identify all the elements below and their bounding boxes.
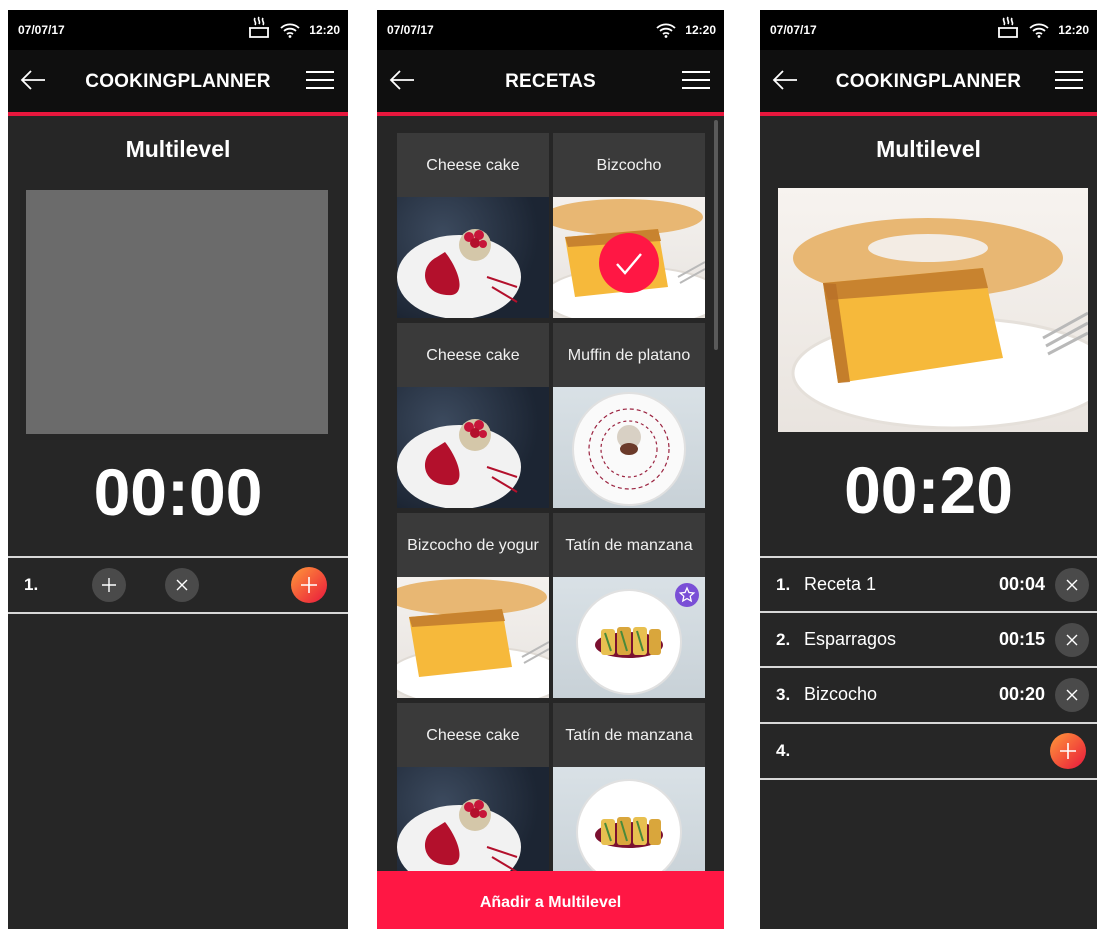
recipe-card[interactable]: Muffin de platano [553, 323, 705, 508]
app-bar: COOKINGPLANNER [760, 50, 1097, 116]
status-time: 12:20 [309, 23, 340, 37]
selected-check-icon [599, 233, 659, 293]
close-icon [176, 579, 188, 591]
recipe-photo-tatin [553, 767, 705, 888]
remove-recipe-button[interactable] [1055, 678, 1089, 712]
hamburger-menu-icon[interactable] [306, 70, 334, 95]
list-item[interactable]: 3. Bizcocho 00:20 [760, 666, 1097, 722]
timer-display: 00:00 [93, 455, 263, 529]
scrollbar[interactable] [714, 120, 718, 350]
status-bar: 07/07/17 12:20 [377, 10, 724, 50]
plus-icon [102, 578, 116, 592]
plus-icon [1060, 743, 1076, 759]
recipe-card[interactable]: Cheese cake [397, 703, 549, 888]
row-number: 1. [24, 575, 39, 594]
recipe-name: Esparragos [804, 629, 897, 649]
steam-icon [248, 16, 270, 45]
status-time: 12:20 [1058, 23, 1089, 37]
plus-icon [301, 577, 317, 593]
app-title: RECETAS [505, 71, 596, 92]
add-recipe-button[interactable] [1050, 733, 1086, 769]
app-bar: RECETAS [377, 50, 724, 116]
recipe-name: Tatín de manzana [565, 726, 693, 744]
app-bar: COOKINGPLANNER [8, 50, 348, 116]
recipe-photo-muffin [553, 387, 705, 508]
wifi-icon [280, 22, 300, 43]
status-bar: 07/07/17 12:20 [8, 10, 348, 50]
screen-empty-multilevel: 07/07/17 12:20 COOKINGPLANNER Multilevel… [8, 10, 348, 929]
wifi-icon [1029, 22, 1049, 43]
status-date: 07/07/17 [387, 23, 434, 37]
list-item: 4. [760, 722, 1097, 780]
recipe-time: 00:04 [998, 574, 1045, 594]
recipe-card[interactable]: Tatín de manzana [553, 513, 705, 698]
recipe-card[interactable]: Cheese cake [397, 323, 549, 508]
recipe-card[interactable]: Cheese cake [397, 133, 549, 318]
screen-filled-multilevel: 07/07/17 12:20 COOKINGPLANNER Multilevel… [760, 10, 1097, 929]
recipe-card[interactable]: Bizcocho de yogur [397, 513, 549, 698]
row-number: 3. [776, 685, 791, 704]
recipe-name: Tatín de manzana [565, 536, 693, 554]
recipe-name: Bizcocho [804, 684, 878, 704]
recipe-photo-cheesecake [397, 197, 549, 318]
app-title: COOKINGPLANNER [835, 71, 1022, 92]
close-icon [1066, 579, 1078, 591]
remove-step-button[interactable] [165, 568, 199, 602]
recipe-name: Cheese cake [426, 726, 520, 744]
favorite-star-icon[interactable] [675, 583, 699, 607]
recipe-name: Receta 1 [804, 574, 877, 594]
app-title: COOKINGPLANNER [85, 71, 271, 92]
steam-icon [997, 16, 1019, 45]
recipe-photo-cheesecake [397, 387, 549, 508]
screen-recipes: 07/07/17 12:20 RECETAS Cheese cake Bizcoc… [377, 10, 724, 929]
list-item[interactable]: 1. Receta 1 00:04 [760, 556, 1097, 612]
section-title: Multilevel [876, 136, 981, 162]
row-number: 4. [776, 741, 791, 760]
recipe-photo-sponge-cake [778, 188, 1088, 432]
section-title: Multilevel [125, 136, 231, 162]
recipe-name: Bizcocho de yogur [407, 536, 539, 554]
add-step-button[interactable] [92, 568, 126, 602]
row-number: 1. [776, 575, 791, 594]
add-to-multilevel-button[interactable]: Añadir a Multilevel [377, 871, 724, 929]
timer-display: 00:20 [844, 453, 1013, 527]
recipe-time: 00:15 [998, 629, 1045, 649]
recipe-image-placeholder [26, 190, 328, 434]
close-icon [1066, 634, 1078, 646]
recipe-photo-cheesecake [397, 767, 549, 888]
recipe-photo-sponge-cake [397, 577, 549, 698]
recipe-name: Muffin de platano [567, 346, 691, 364]
recipe-name: Cheese cake [426, 346, 520, 364]
recipe-card[interactable]: Bizcocho [553, 133, 705, 318]
status-date: 07/07/17 [18, 23, 65, 37]
row-number: 2. [776, 630, 791, 649]
wifi-icon [656, 22, 676, 43]
hamburger-menu-icon[interactable] [1055, 70, 1083, 95]
list-item[interactable]: 2. Esparragos 00:15 [760, 611, 1097, 667]
remove-recipe-button[interactable] [1055, 568, 1089, 602]
status-bar: 07/07/17 12:20 [760, 10, 1097, 50]
add-recipe-button[interactable] [291, 567, 327, 603]
list-item: 1. [8, 556, 348, 614]
close-icon [1066, 689, 1078, 701]
recipe-time: 00:20 [998, 684, 1045, 704]
status-date: 07/07/17 [770, 23, 817, 37]
recipe-name: Cheese cake [426, 156, 520, 174]
recipe-name: Bizcocho [596, 156, 662, 174]
recipe-card[interactable]: Tatín de manzana [553, 703, 705, 888]
remove-recipe-button[interactable] [1055, 623, 1089, 657]
hamburger-menu-icon[interactable] [682, 70, 710, 95]
status-time: 12:20 [685, 23, 716, 37]
